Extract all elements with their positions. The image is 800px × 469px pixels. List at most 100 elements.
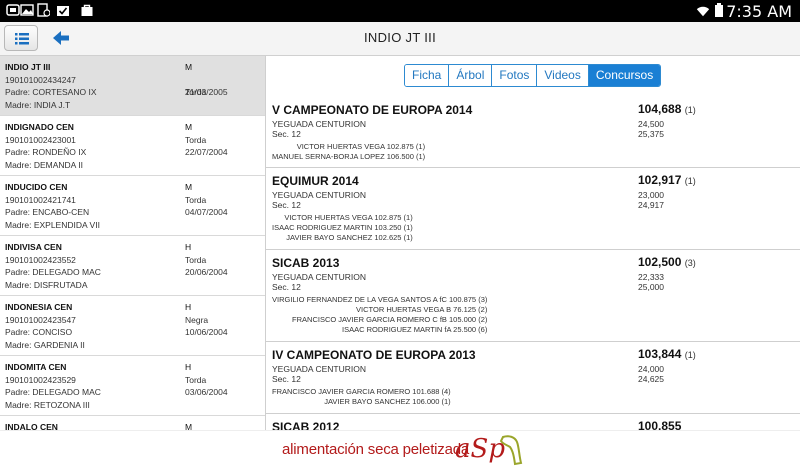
horse-birthdate: 21/03/2005 — [185, 87, 228, 97]
contest-rank: (1) — [684, 176, 696, 186]
contest-value-1: 24,000 — [638, 364, 664, 374]
horse-id: 190101002423529 — [5, 375, 76, 385]
list-item[interactable]: INDONESIA CEN 190101002423547 Padre: CON… — [0, 296, 265, 356]
horse-id: 190101002423001 — [5, 135, 76, 145]
horse-mother: Madre: RETOZONA III — [5, 400, 90, 410]
contest-value-2: 24,625 — [638, 374, 664, 384]
judge-score: JAVIER BAYO SANCHEZ 102.625 (1) — [286, 233, 413, 242]
horse-list[interactable]: INDIO JT III 190101002434247 Padre: CORT… — [0, 56, 266, 430]
contest-section: Sec. 12 — [272, 200, 301, 210]
horse-coat: Torda — [185, 375, 207, 385]
contest-rank: (3) — [684, 258, 696, 268]
horse-coat: Torda — [185, 255, 207, 265]
list-item[interactable]: INDUCIDO CEN 190101002421741 Padre: ENCA… — [0, 176, 265, 236]
page-title: INDIO JT III — [364, 30, 436, 45]
contest-name: SICAB 2012 — [272, 420, 340, 430]
horse-sex: H — [185, 302, 192, 312]
contest-section: Sec. 12 — [272, 282, 301, 292]
horse-birthdate: 22/07/2004 — [185, 147, 228, 157]
horse-id: 190101002423552 — [5, 255, 76, 265]
contest-item[interactable]: V CAMPEONATO DE EUROPA 2014 YEGUADA CENT… — [266, 97, 800, 168]
contest-value-2: 25,000 — [638, 282, 664, 292]
horse-father: Padre: CORTESANO IX — [5, 87, 97, 97]
judge-score: ISAAC RODRIGUEZ MARTIN 103.250 (1) — [272, 223, 413, 232]
judge-scores: VICTOR HUERTAS VEGA 102.875 (1) MANUEL S… — [272, 142, 425, 162]
battery-icon — [715, 3, 723, 17]
contest-value-2: 25,375 — [638, 129, 664, 139]
contest-item[interactable]: SICAB 2012 100,855 — [266, 414, 800, 430]
list-item[interactable]: INDOMITA CEN 190101002423529 Padre: DELE… — [0, 356, 265, 416]
list-item-selected[interactable]: INDIO JT III 190101002434247 Padre: CORT… — [0, 56, 265, 116]
contest-name: IV CAMPEONATO DE EUROPA 2013 — [272, 348, 476, 362]
list-item[interactable]: INDIGNADO CEN 190101002423001 Padre: RON… — [0, 116, 265, 176]
tab-arbol[interactable]: Árbol — [449, 65, 493, 86]
ad-banner[interactable]: alimentación seca peletizada aSp — [0, 430, 800, 469]
status-time: 7:35 AM — [726, 2, 792, 21]
horse-birthdate: 20/06/2004 — [185, 267, 228, 277]
horse-id: 190101002434247 — [5, 75, 76, 85]
horse-id: 190101002421741 — [5, 195, 76, 205]
horse-name: INDIVISA CEN — [5, 242, 62, 252]
contest-name: SICAB 2013 — [272, 256, 340, 270]
contest-rank: (1) — [684, 105, 696, 115]
tab-fotos[interactable]: Fotos — [492, 65, 538, 86]
horse-sex: M — [185, 122, 193, 132]
horse-mother: Madre: EXPLENDIDA VII — [5, 220, 100, 230]
horse-father: Padre: RONDEÑO IX — [5, 147, 87, 157]
horse-sex: M — [185, 182, 193, 192]
horse-name: INDONESIA CEN — [5, 302, 73, 312]
shopping-bag-icon — [81, 4, 93, 16]
contest-item[interactable]: IV CAMPEONATO DE EUROPA 2013 YEGUADA CEN… — [266, 342, 800, 414]
horse-mother: Madre: GARDENIA II — [5, 340, 85, 350]
judge-score: VICTOR HUERTAS VEGA 102.875 (1) — [284, 213, 413, 222]
judge-score: VICTOR HUERTAS VEGA 102.875 (1) — [296, 142, 426, 151]
contest-value-1: 22,333 — [638, 272, 664, 282]
horse-father: Padre: DELEGADO MAC — [5, 387, 101, 397]
tab-ficha[interactable]: Ficha — [405, 65, 450, 86]
notification-icon — [6, 4, 20, 16]
horse-coat: Torda — [185, 135, 207, 145]
list-item[interactable]: INDALO CEN M — [0, 416, 265, 430]
contest-rank: (1) — [684, 350, 696, 360]
contest-section: Sec. 12 — [272, 374, 301, 384]
horse-name: INDIGNADO CEN — [5, 122, 74, 132]
horse-sex: M — [185, 422, 193, 430]
list-item[interactable]: INDIVISA CEN 190101002423552 Padre: DELE… — [0, 236, 265, 296]
horse-father: Padre: DELEGADO MAC — [5, 267, 101, 277]
horse-birthdate: 04/07/2004 — [185, 207, 228, 217]
contest-score: 104,688 (1) — [638, 102, 696, 116]
contest-item[interactable]: EQUIMUR 2014 YEGUADA CENTURION Sec. 12 1… — [266, 168, 800, 250]
horse-sex: H — [185, 362, 192, 372]
judge-score: FRANCISCO JAVIER GARCIA ROMERO C fB 105.… — [292, 315, 488, 324]
tab-videos[interactable]: Videos — [537, 65, 589, 86]
horse-mother: Madre: DISFRUTADA — [5, 280, 88, 290]
horse-name: INDUCIDO CEN — [5, 182, 68, 192]
contest-section: Sec. 12 — [272, 129, 301, 139]
horse-logo-icon — [499, 435, 523, 466]
horse-coat: Negra — [185, 315, 209, 325]
horse-sex: H — [185, 242, 192, 252]
image-icon — [20, 4, 34, 16]
horse-father: Padre: CONCISO — [5, 327, 73, 337]
detail-tabs: Ficha Árbol Fotos Videos Concursos — [404, 64, 662, 87]
wifi-icon — [696, 6, 710, 17]
contest-name: V CAMPEONATO DE EUROPA 2014 — [272, 103, 473, 117]
judge-score: VIRGILIO FERNANDEZ DE LA VEGA SANTOS A f… — [272, 295, 488, 304]
contest-score: 102,500 (3) — [638, 255, 696, 269]
status-bar: 7:35 AM — [0, 0, 800, 22]
contest-owner: YEGUADA CENTURION — [272, 364, 366, 374]
contest-list[interactable]: V CAMPEONATO DE EUROPA 2014 YEGUADA CENT… — [266, 97, 800, 430]
app-header: INDIO JT III — [0, 22, 800, 56]
judge-scores: VIRGILIO FERNANDEZ DE LA VEGA SANTOS A f… — [272, 295, 487, 335]
ad-text: alimentación seca peletizada — [282, 441, 470, 458]
horse-mother: Madre: DEMANDA II — [5, 160, 83, 170]
contest-score: 102,917 (1) — [638, 173, 696, 187]
judge-score: VICTOR HUERTAS VEGA B 76.125 (2) — [356, 305, 488, 314]
contest-item[interactable]: SICAB 2013 YEGUADA CENTURION Sec. 12 102… — [266, 250, 800, 342]
tab-concursos[interactable]: Concursos — [588, 65, 661, 86]
judge-score: MANUEL SERNA-BORJA LOPEZ 106.500 (1) — [272, 152, 426, 161]
contest-value-1: 23,000 — [638, 190, 664, 200]
judge-score: ISAAC RODRIGUEZ MARTIN fA 25.500 (6) — [342, 325, 488, 334]
judge-scores: FRANCISCO JAVIER GARCIA ROMERO 101.688 (… — [272, 387, 451, 407]
horse-id: 190101002423547 — [5, 315, 76, 325]
